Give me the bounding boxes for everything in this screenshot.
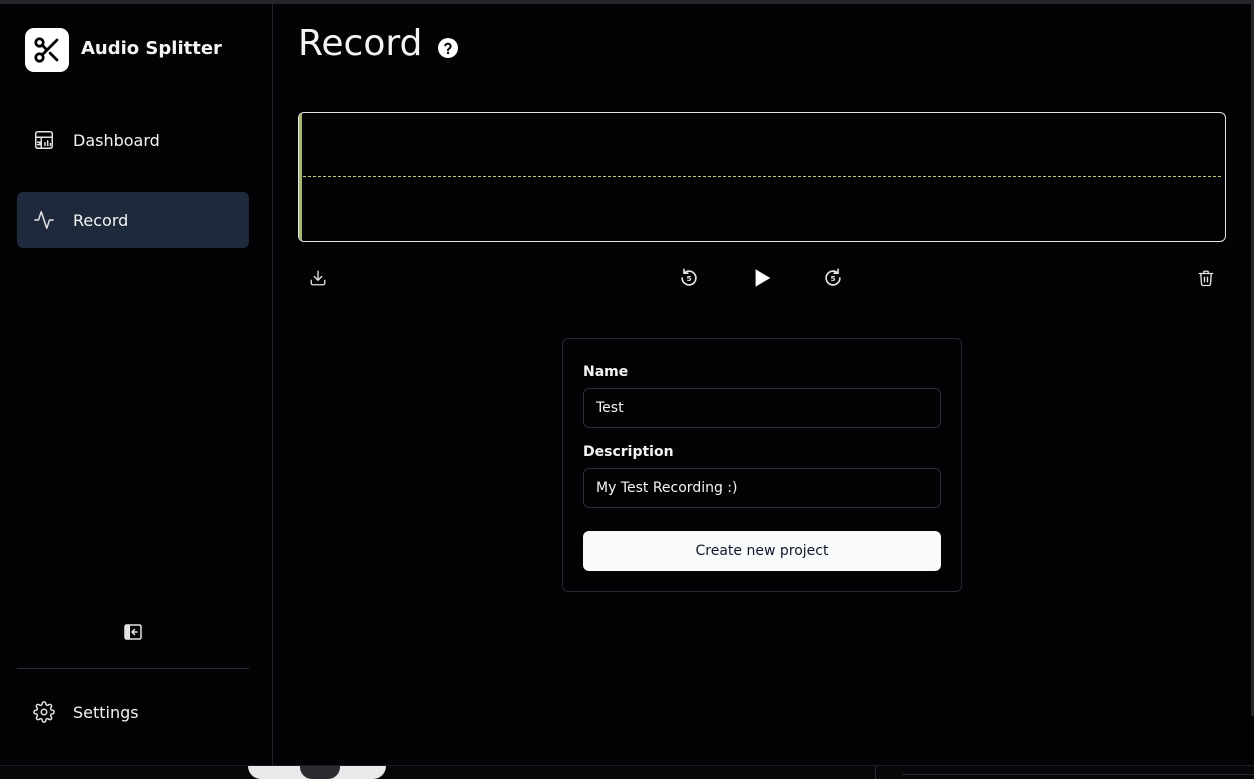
forward-5-label: 5 xyxy=(830,274,835,283)
waveform-baseline xyxy=(303,176,1221,177)
sidebar-divider xyxy=(17,668,249,669)
create-project-button[interactable]: Create new project xyxy=(583,531,941,571)
rewind-5-label: 5 xyxy=(686,274,691,283)
rotate-cw-5-icon: 5 xyxy=(825,268,841,286)
name-field[interactable] xyxy=(583,388,941,428)
delete-button[interactable] xyxy=(1194,266,1218,290)
bottom-separator xyxy=(875,766,876,779)
app-logo xyxy=(25,28,69,72)
trash-icon xyxy=(1198,270,1214,287)
description-field[interactable] xyxy=(583,468,941,508)
sidebar-collapse-button[interactable] xyxy=(123,622,143,642)
rotate-ccw-5-icon: 5 xyxy=(681,268,697,286)
sidebar: Audio Splitter Dashboard Record Settings xyxy=(0,4,273,765)
sidebar-item-record[interactable]: Record xyxy=(17,192,249,248)
bottom-strip xyxy=(0,765,1254,779)
download-button[interactable] xyxy=(306,266,330,290)
bottom-line xyxy=(902,774,1254,775)
sidebar-collapse-icon xyxy=(124,624,142,640)
bottom-image-fragment-dark xyxy=(300,766,340,779)
name-label: Name xyxy=(583,364,629,380)
playback-cursor[interactable] xyxy=(299,113,302,241)
waveform-display[interactable] xyxy=(298,112,1226,242)
sidebar-item-label: Settings xyxy=(73,702,139,722)
scissors-icon xyxy=(34,37,59,63)
download-icon xyxy=(310,270,326,286)
play-icon xyxy=(755,269,771,287)
project-form-card: Name Description Create new project xyxy=(562,338,962,592)
help-circle-icon xyxy=(438,38,458,58)
main-content: Record 5 5 Name Test Description My Test… xyxy=(274,4,1251,765)
play-button[interactable] xyxy=(750,266,774,290)
dashboard-icon xyxy=(33,129,55,151)
description-label: Description xyxy=(583,444,674,460)
activity-icon xyxy=(33,209,55,231)
help-button[interactable] xyxy=(437,37,459,59)
sidebar-item-dashboard[interactable]: Dashboard xyxy=(17,112,249,168)
app-title: Audio Splitter xyxy=(81,38,222,59)
gear-icon xyxy=(33,701,55,723)
sidebar-item-settings[interactable]: Settings xyxy=(17,684,249,740)
forward-5-button[interactable]: 5 xyxy=(821,266,845,290)
sidebar-item-label: Record xyxy=(73,210,129,230)
sidebar-item-label: Dashboard xyxy=(73,130,160,150)
rewind-5-button[interactable]: 5 xyxy=(677,266,701,290)
page-title: Record xyxy=(298,23,423,64)
